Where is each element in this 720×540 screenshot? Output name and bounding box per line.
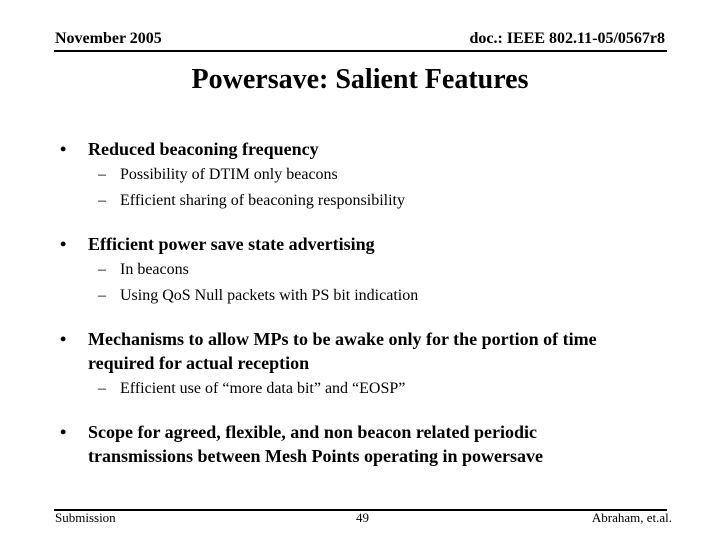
footer-authors: Abraham, et.al. [591, 510, 672, 525]
header-divider [54, 50, 667, 52]
bullet-text: Reduced beaconing frequency [88, 139, 319, 159]
page-number: 49 [356, 510, 369, 525]
dash-icon: – [98, 261, 106, 278]
bullet-icon: • [60, 329, 67, 349]
bullet-text-line1: Mechanisms to allow MPs to be awake only… [88, 329, 597, 349]
header-doc-id: doc.: IEEE 802.11-05/0567r8 [469, 30, 665, 47]
header-date: November 2005 [55, 30, 162, 47]
dash-icon: – [98, 166, 106, 183]
dash-icon: – [98, 380, 106, 397]
sub-bullet-text: Possibility of DTIM only beacons [120, 166, 338, 183]
footer-submission: Submission [55, 510, 116, 525]
slide-title: Powersave: Salient Features [191, 64, 529, 95]
sub-bullet-text: In beacons [120, 261, 189, 278]
bullet-text-line1: Scope for agreed, flexible, and non beac… [88, 422, 537, 442]
bullet-icon: • [60, 234, 67, 254]
bullet-text-line2: transmissions between Mesh Points operat… [88, 446, 543, 466]
dash-icon: – [98, 287, 106, 304]
dash-icon: – [98, 192, 106, 209]
bullet-icon: • [60, 139, 67, 159]
bullet-text: Efficient power save state advertising [88, 234, 375, 254]
sub-bullet-text: Efficient use of “more data bit” and “EO… [120, 380, 406, 397]
sub-bullet-text: Efficient sharing of beaconing responsib… [120, 192, 405, 209]
bullet-text-line2: required for actual reception [88, 353, 310, 373]
bullet-icon: • [60, 422, 67, 442]
sub-bullet-text: Using QoS Null packets with PS bit indic… [120, 287, 419, 304]
